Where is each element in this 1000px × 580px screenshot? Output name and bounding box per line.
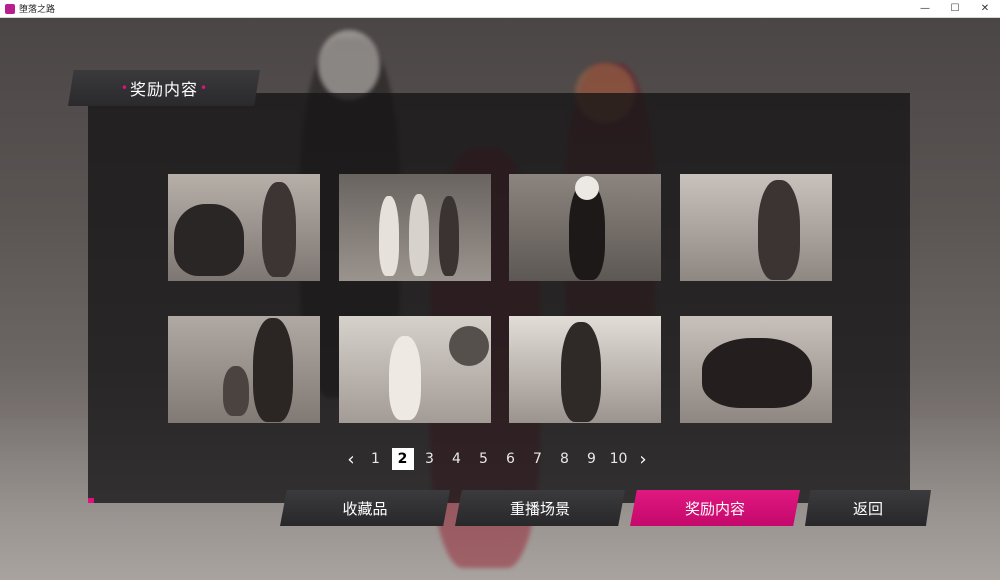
page-button[interactable]: 10 [608,448,630,470]
thumbnail-figure [575,176,599,200]
panel-title: 奖励内容 [129,80,198,99]
page-button[interactable]: 6 [500,448,522,470]
minimize-button[interactable]: — [910,0,940,17]
reward-thumbnail[interactable] [339,174,491,281]
reward-thumbnail[interactable] [509,174,661,281]
reward-thumbnail[interactable] [339,316,491,423]
reward-thumbnail[interactable] [680,316,832,423]
collection-button[interactable]: 收藏品 [280,490,450,526]
header-dot-icon: • [200,81,208,95]
page-button[interactable]: 4 [446,448,468,470]
thumbnail-figure [561,322,601,422]
thumbnail-image [680,174,832,281]
window-title: 堕落之路 [19,5,56,15]
panel-accent [88,498,94,503]
thumbnail-figure [702,338,812,408]
page-button[interactable]: 3 [419,448,441,470]
maximize-button[interactable]: ☐ [940,0,970,17]
reward-thumbnail[interactable] [680,174,832,281]
page-button[interactable]: 9 [581,448,603,470]
close-button[interactable]: ✕ [970,0,1000,17]
thumbnail-figure [439,196,459,276]
page-button[interactable]: 8 [554,448,576,470]
page-button[interactable]: 5 [473,448,495,470]
thumbnail-figure [174,204,244,276]
thumbnail-figure [409,194,429,276]
app-icon [5,3,15,14]
reward-thumbnail[interactable] [168,174,320,281]
window-controls: — ☐ ✕ [910,0,1000,17]
page-button[interactable]: 1 [365,448,387,470]
thumbnail-figure [758,180,800,280]
chevron-right-icon[interactable]: › [632,447,654,471]
back-button[interactable]: 返回 [805,490,931,526]
background-character-left-hair [318,30,380,100]
page-button-current[interactable]: 2 [391,448,414,470]
thumbnail-figure [389,336,421,420]
thumbnail-figure [253,318,293,422]
thumbnail-figure [223,366,249,416]
reward-thumbnail[interactable] [509,316,661,423]
chevron-left-icon[interactable]: ‹ [340,447,362,471]
rewards-button[interactable]: 奖励内容 [630,490,800,526]
rewards-panel [88,93,910,503]
header-dot-icon: • [120,81,128,95]
thumbnail-figure [379,196,399,276]
thumbnail-figure [449,326,489,366]
reward-thumbnail[interactable] [168,316,320,423]
panel-header: • 奖励内容 • [68,70,260,106]
replay-scenes-button[interactable]: 重播场景 [455,490,625,526]
thumbnail-figure [262,182,296,277]
pagination: ‹ 1 2 3 4 5 6 7 8 9 10 › [340,447,654,471]
page-button[interactable]: 7 [527,448,549,470]
window-titlebar: 堕落之路 — ☐ ✕ [0,0,1000,18]
